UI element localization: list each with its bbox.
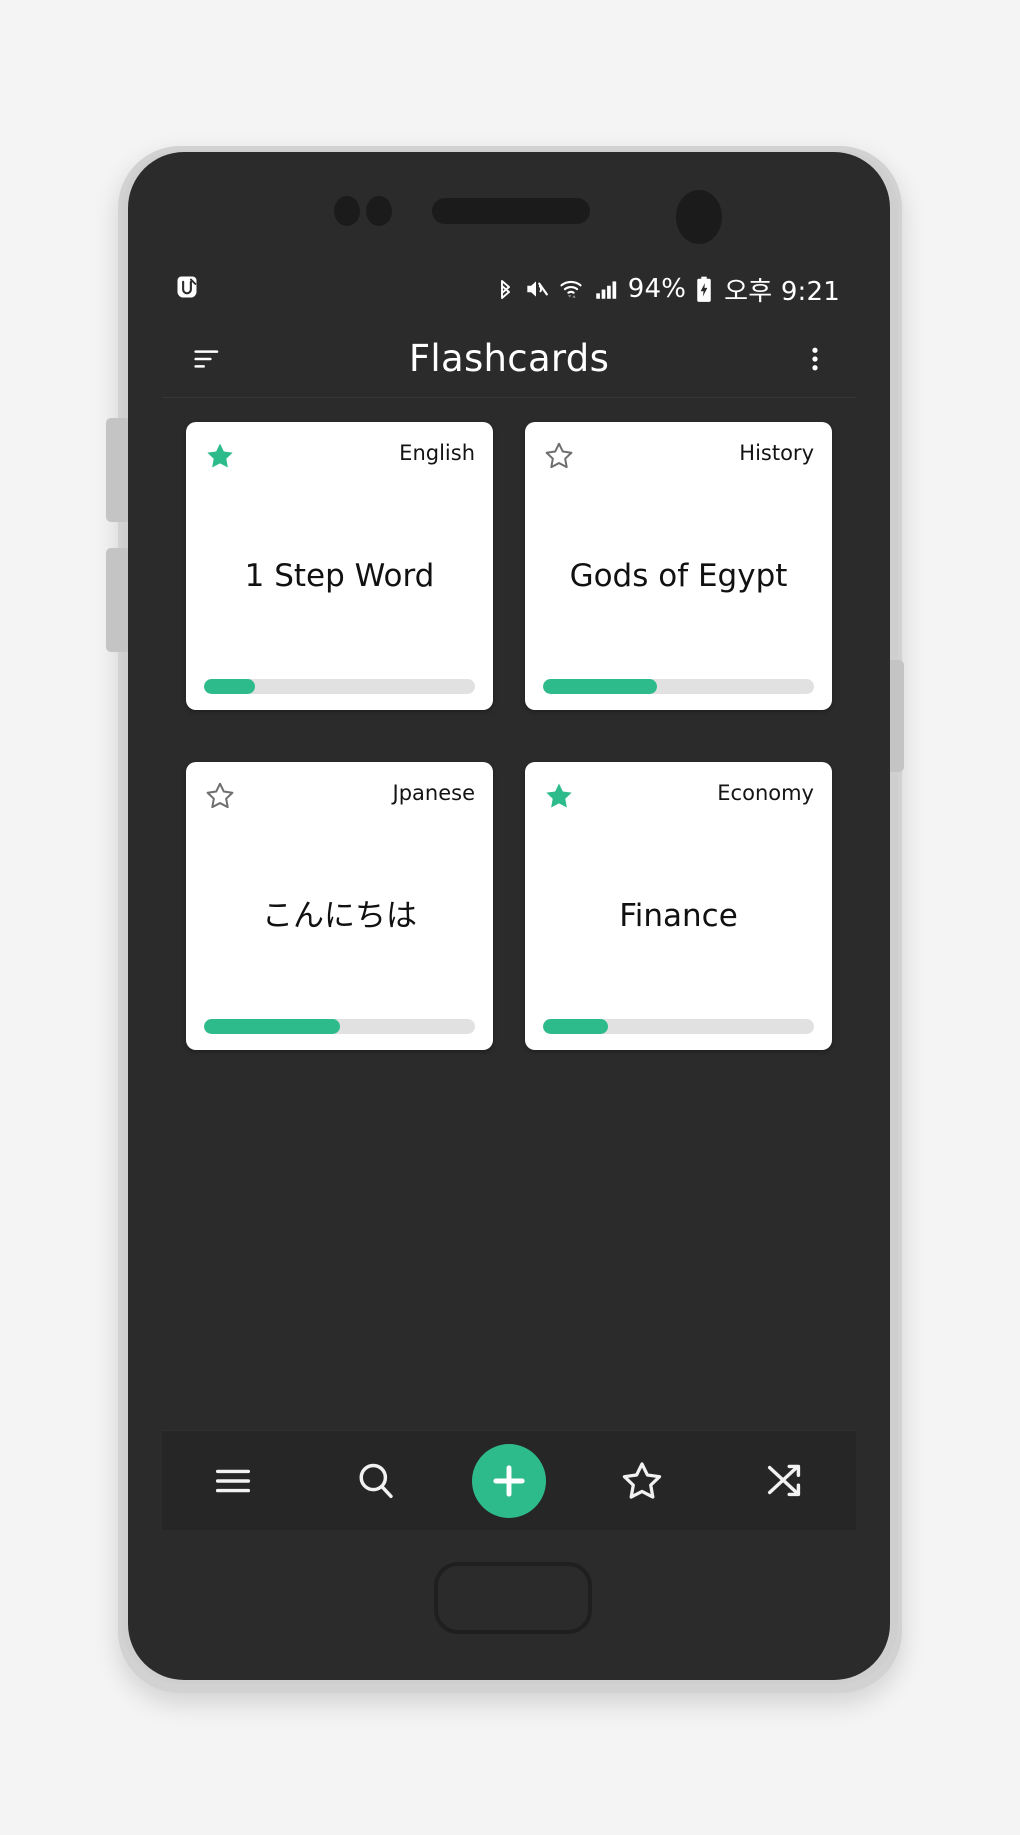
- card-progress-fill: [543, 1019, 609, 1034]
- hamburger-menu-icon: [216, 1469, 251, 1492]
- card-progress-track: [204, 1019, 475, 1034]
- shuffle-icon: [767, 1464, 800, 1496]
- plus-icon: [493, 1464, 525, 1497]
- add-flashcard-fab[interactable]: [471, 1443, 546, 1518]
- card-header: History: [543, 440, 814, 474]
- light-sensor-icon: [366, 196, 392, 226]
- bottom-navigation-bar: [162, 1430, 856, 1530]
- status-bar-system-icons: 94% 오후 9:21: [497, 271, 840, 308]
- flashcard-grid: English 1 Step Word History Gods of Egyp…: [162, 398, 856, 1050]
- star-filled-icon[interactable]: [204, 440, 236, 472]
- flashcard-item[interactable]: Economy Finance: [525, 762, 832, 1050]
- battery-charging-icon: [697, 276, 711, 302]
- card-title-wrap: Gods of Egypt: [543, 474, 814, 679]
- card-title-wrap: Finance: [543, 814, 814, 1019]
- card-title: こんにちは: [262, 897, 417, 934]
- status-bar-notifications: [172, 274, 202, 304]
- card-category: History: [739, 441, 814, 465]
- star-outline-icon[interactable]: [204, 780, 236, 812]
- card-progress-track: [543, 679, 814, 694]
- nav-search-button[interactable]: [330, 1435, 422, 1527]
- app-bar: Flashcards: [162, 320, 856, 398]
- cellular-signal-icon: [595, 281, 616, 299]
- mute-icon: [527, 281, 548, 297]
- nav-favorites-button[interactable]: [596, 1435, 688, 1527]
- card-category: Jpanese: [392, 781, 475, 805]
- flashcard-item[interactable]: English 1 Step Word: [186, 422, 493, 710]
- star-outline-icon[interactable]: [543, 440, 575, 472]
- card-header: Jpanese: [204, 780, 475, 814]
- nav-shuffle-button[interactable]: [739, 1435, 831, 1527]
- bluetooth-icon: [500, 280, 510, 299]
- card-progress-track: [543, 1019, 814, 1034]
- card-category: Economy: [717, 781, 814, 805]
- home-button[interactable]: [434, 1562, 592, 1634]
- flashcard-item[interactable]: Jpanese こんにちは: [186, 762, 493, 1050]
- star-outline-icon: [623, 1461, 662, 1499]
- card-title: Finance: [619, 897, 738, 934]
- card-header: Economy: [543, 780, 814, 814]
- card-title-wrap: こんにちは: [204, 814, 475, 1019]
- flashcard-item[interactable]: History Gods of Egypt: [525, 422, 832, 710]
- nav-menu-button[interactable]: [187, 1435, 279, 1527]
- card-category: English: [399, 441, 475, 465]
- proximity-sensor-icon: [334, 196, 360, 226]
- card-progress-track: [204, 679, 475, 694]
- volume-down-button[interactable]: [106, 548, 128, 652]
- wifi-icon: [560, 280, 582, 298]
- status-bar: 94% 오후 9:21: [162, 258, 856, 320]
- card-progress-fill: [204, 1019, 340, 1034]
- volume-up-button[interactable]: [106, 418, 128, 522]
- card-title-wrap: 1 Step Word: [204, 474, 475, 679]
- front-camera-icon: [676, 190, 722, 244]
- star-filled-icon[interactable]: [543, 780, 575, 812]
- search-icon: [359, 1463, 393, 1498]
- page-title: Flashcards: [408, 337, 610, 380]
- status-bar-clock: 오후 9:21: [724, 276, 840, 307]
- card-progress-fill: [204, 679, 256, 694]
- card-progress-fill: [543, 679, 657, 694]
- card-title: 1 Step Word: [244, 557, 435, 594]
- sort-icon[interactable]: [188, 343, 226, 375]
- card-header: English: [204, 440, 475, 474]
- card-title: Gods of Egypt: [569, 557, 788, 594]
- battery-percentage: 94%: [627, 274, 687, 304]
- earpiece-speaker: [432, 198, 590, 224]
- app-logo-icon: [177, 276, 197, 298]
- phone-screen: 94% 오후 9:21 Flashcards English 1 Step Wo…: [162, 258, 856, 1530]
- screenshot-stage: 94% 오후 9:21 Flashcards English 1 Step Wo…: [0, 0, 1020, 1835]
- overflow-menu-icon[interactable]: [800, 343, 830, 375]
